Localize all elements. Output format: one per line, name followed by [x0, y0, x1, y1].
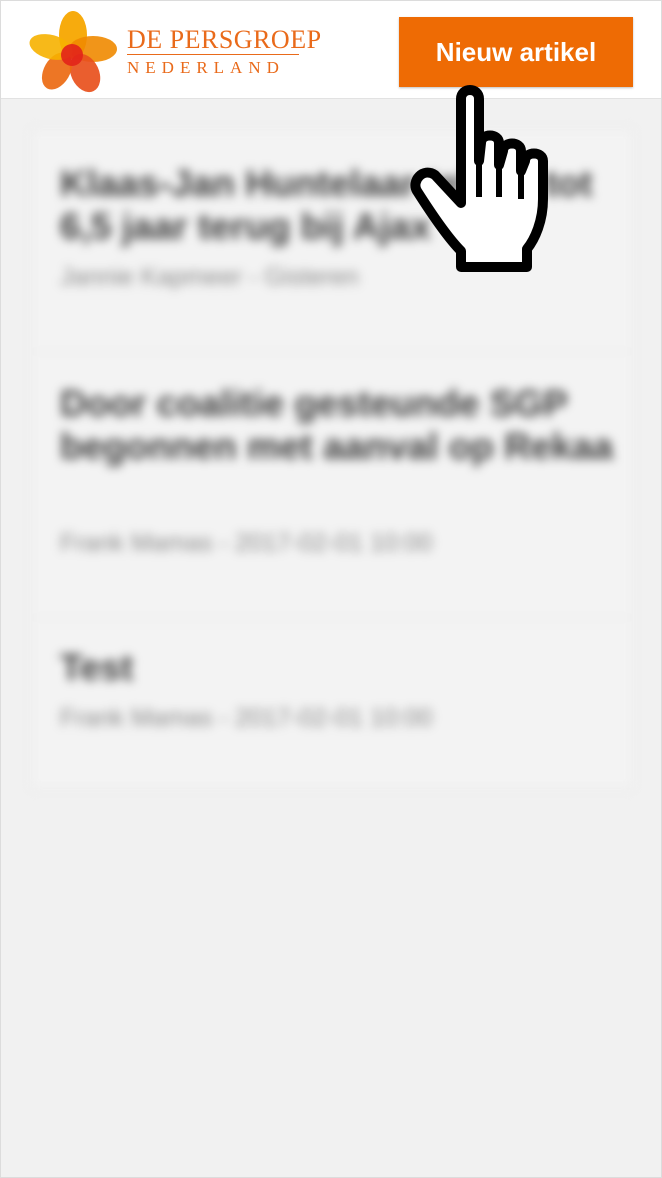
persgroep-logo[interactable]: DE PERSGROEP NEDERLAND	[27, 11, 321, 93]
article-title: Door coalitie gesteunde SGP begonnen met…	[60, 383, 614, 467]
article-meta: Frank Mamas - 2017-02-01 10:00	[60, 704, 433, 732]
article-meta: Frank Mamas - 2017-02-01 10:00	[60, 529, 433, 557]
new-article-button[interactable]: Nieuw artikel	[399, 17, 633, 87]
flower-logo-icon	[29, 11, 117, 93]
article-title: Test	[60, 647, 134, 688]
pointing-hand-cursor-icon	[410, 85, 548, 272]
app-frame: DE PERSGROEP NEDERLAND Nieuw artikel Kla…	[0, 0, 662, 1178]
logo-rule	[127, 54, 299, 55]
article-meta: Jannie Kapmeer - Gisteren	[60, 263, 359, 291]
logo-wordmark-top: DE PERSGROEP	[127, 25, 322, 54]
list-item[interactable]: Test Frank Mamas - 2017-02-01 10:00	[32, 618, 632, 788]
logo-wordmark-bottom: NEDERLAND	[127, 58, 285, 77]
list-item[interactable]: Door coalitie gesteunde SGP begonnen met…	[32, 352, 632, 618]
